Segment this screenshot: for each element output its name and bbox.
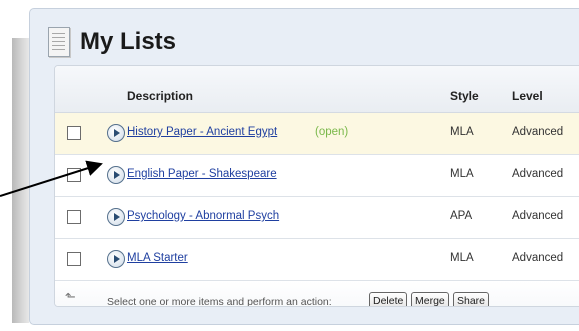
- header-description: Description: [127, 89, 194, 103]
- page-title: My Lists: [80, 28, 177, 55]
- list-title-link[interactable]: English Paper - Shakespeare: [127, 168, 277, 180]
- row-checkbox[interactable]: [67, 210, 81, 224]
- row-style: MLA: [450, 168, 474, 180]
- table-footer: ⬑ Select one or more items and perform a…: [55, 281, 579, 307]
- row-style: APA: [450, 210, 473, 222]
- list-document-icon: [48, 27, 70, 57]
- row-checkbox[interactable]: [67, 126, 81, 140]
- table-row: English Paper - Shakespeare MLA Advanced: [55, 155, 579, 197]
- delete-button[interactable]: Delete: [369, 292, 408, 306]
- play-circle-icon[interactable]: [107, 208, 125, 226]
- play-circle-icon[interactable]: [107, 166, 125, 184]
- merge-button[interactable]: Merge: [411, 292, 449, 306]
- table-row: History Paper - Ancient Egypt (open) MLA…: [55, 113, 579, 155]
- row-style: MLA: [450, 126, 474, 138]
- title-row: My Lists: [48, 25, 176, 59]
- row-checkbox[interactable]: [67, 168, 81, 182]
- row-level: Advanced: [512, 252, 564, 264]
- share-button[interactable]: Share: [453, 292, 490, 306]
- row-checkbox[interactable]: [67, 252, 81, 266]
- list-title-link[interactable]: Psychology - Abnormal Psych: [127, 210, 279, 222]
- select-all-arrow-icon: ⬑: [65, 289, 76, 304]
- row-level: Advanced: [512, 210, 564, 222]
- row-level: Advanced: [512, 168, 564, 180]
- action-instruction: Select one or more items and perform an …: [107, 296, 332, 307]
- header-style: Style: [450, 89, 479, 103]
- list-title-link[interactable]: History Paper - Ancient Egypt: [127, 126, 277, 138]
- lists-table: Description Style Level History Paper - …: [54, 65, 579, 307]
- open-status-label: (open): [315, 126, 349, 138]
- table-row: Psychology - Abnormal Psych APA Advanced: [55, 197, 579, 239]
- my-lists-panel: My Lists Description Style Level History…: [29, 8, 579, 325]
- play-circle-icon[interactable]: [107, 124, 125, 142]
- row-level: Advanced: [512, 126, 564, 138]
- play-circle-icon[interactable]: [107, 250, 125, 268]
- background-shadow: [12, 38, 29, 323]
- row-style: MLA: [450, 252, 474, 264]
- header-level: Level: [512, 89, 543, 103]
- table-header: Description Style Level: [55, 66, 579, 113]
- table-row: MLA Starter MLA Advanced: [55, 239, 579, 281]
- list-title-link[interactable]: MLA Starter: [127, 252, 188, 264]
